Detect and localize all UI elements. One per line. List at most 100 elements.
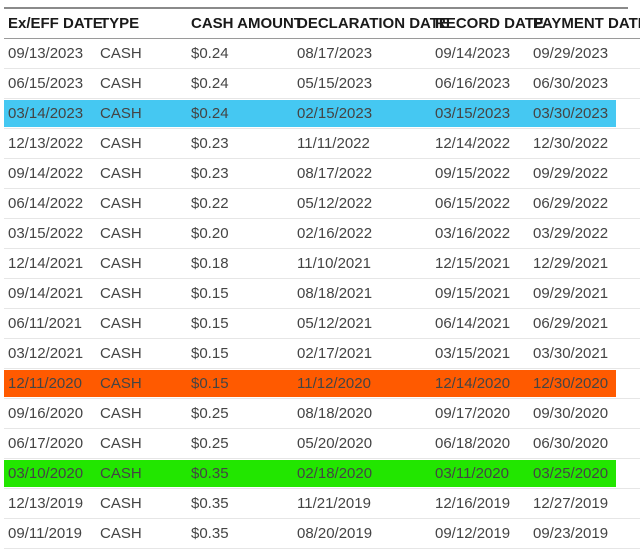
cell-payment-date: 06/30/2023 [533,75,609,92]
cell-payment-date: 09/29/2022 [533,165,609,182]
cell-type: CASH [100,45,142,62]
cell-ex-date: 12/13/2019 [8,495,84,512]
cell-payment-date: 03/30/2023 [533,105,609,122]
cell-record-date: 03/11/2020 [435,465,509,482]
cell-cash-amount: $0.24 [191,75,229,92]
cell-type: CASH [100,345,142,362]
table-row[interactable]: 09/16/2020 CASH $0.25 08/18/2020 09/17/2020 0… [4,399,640,429]
table-row[interactable]: 09/14/2021 CASH $0.15 08/18/2021 09/15/2021 0… [4,279,640,309]
cell-record-date: 03/16/2022 [435,225,511,242]
cell-declaration-date: 02/15/2023 [297,105,373,122]
cell-ex-date: 03/12/2021 [8,345,84,362]
cell-declaration-date: 02/16/2022 [297,225,373,242]
cell-ex-date: 03/14/2023 [8,105,84,122]
cell-record-date: 06/18/2020 [435,435,511,452]
table-row[interactable]: 12/13/2019 CASH $0.35 11/21/2019 12/16/2019 1… [4,489,640,519]
cell-ex-date: 06/11/2021 [8,315,82,332]
cell-cash-amount: $0.25 [191,405,229,422]
cell-payment-date: 09/23/2019 [533,525,609,542]
cell-record-date: 12/14/2020 [435,375,511,392]
column-header-cash-amount[interactable]: CASH AMOUNT [191,15,303,32]
cell-ex-date: 12/11/2020 [8,375,82,392]
cell-type: CASH [100,75,142,92]
cell-declaration-date: 08/18/2021 [297,285,373,302]
cell-record-date: 06/14/2021 [435,315,511,332]
cell-cash-amount: $0.15 [191,315,229,332]
table-row[interactable]: 09/11/2019 CASH $0.35 08/20/2019 09/12/2019 0… [4,519,640,549]
cell-type: CASH [100,105,142,122]
table-row[interactable]: 09/13/2023 CASH $0.24 08/17/2023 09/14/2023 0… [4,39,640,69]
table-header-row: Ex/EFF DATE TYPE CASH AMOUNT DECLARATION… [4,9,640,39]
cell-type: CASH [100,525,142,542]
cell-declaration-date: 11/10/2021 [297,255,371,272]
cell-declaration-date: 05/15/2023 [297,75,373,92]
column-header-ex-eff-date[interactable]: Ex/EFF DATE [4,15,103,32]
cell-type: CASH [100,495,142,512]
cell-payment-date: 06/29/2021 [533,315,609,332]
table-row[interactable]: 03/12/2021 CASH $0.15 02/17/2021 03/15/2021 0… [4,339,640,369]
column-header-type[interactable]: TYPE [100,15,191,32]
table-body: 09/13/2023 CASH $0.24 08/17/2023 09/14/2023 0… [4,39,640,549]
cell-payment-date: 06/29/2022 [533,195,609,212]
cell-cash-amount: $0.18 [191,255,229,272]
cell-ex-date: 09/14/2022 [8,165,84,182]
table-row[interactable]: 06/14/2022 CASH $0.22 05/12/2022 06/15/2022 0… [4,189,640,219]
cell-cash-amount: $0.15 [191,375,229,392]
cell-payment-date: 03/30/2021 [533,345,609,362]
cell-payment-date: 09/29/2021 [533,285,609,302]
table-row[interactable]: 03/15/2022 CASH $0.20 02/16/2022 03/16/2022 0… [4,219,640,249]
cell-type: CASH [100,375,142,392]
table-row[interactable]: 06/15/2023 CASH $0.24 05/15/2023 06/16/2023 0… [4,69,640,99]
cell-ex-date: 03/10/2020 [8,465,84,482]
cell-ex-date: 06/17/2020 [8,435,84,452]
cell-payment-date: 03/29/2022 [533,225,609,242]
cell-ex-date: 09/11/2019 [8,525,82,542]
cell-declaration-date: 05/20/2020 [297,435,373,452]
cell-cash-amount: $0.23 [191,135,229,152]
cell-record-date: 09/17/2020 [435,405,511,422]
cell-record-date: 09/12/2019 [435,525,511,542]
cell-type: CASH [100,195,142,212]
cell-cash-amount: $0.35 [191,465,229,482]
cell-record-date: 06/15/2022 [435,195,511,212]
cell-declaration-date: 08/18/2020 [297,405,373,422]
cell-cash-amount: $0.24 [191,45,229,62]
column-header-record-date[interactable]: RECORD DATE [435,15,544,32]
table-row[interactable]: 06/11/2021 CASH $0.15 05/12/2021 06/14/2021 0… [4,309,640,339]
table-row[interactable]: 03/10/2020 CASH $0.35 02/18/2020 03/11/2020 0… [4,459,640,489]
table-row[interactable]: 12/13/2022 CASH $0.23 11/11/2022 12/14/2022 1… [4,129,640,159]
cell-payment-date: 12/27/2019 [533,495,609,512]
table-row[interactable]: 09/14/2022 CASH $0.23 08/17/2022 09/15/2022 0… [4,159,640,189]
cell-record-date: 06/16/2023 [435,75,511,92]
cell-record-date: 09/15/2022 [435,165,511,182]
cell-cash-amount: $0.25 [191,435,229,452]
table-row[interactable]: 06/17/2020 CASH $0.25 05/20/2020 06/18/2020 0… [4,429,640,459]
cell-cash-amount: $0.35 [191,495,229,512]
column-header-declaration-date[interactable]: DECLARATION DATE [297,15,449,32]
cell-record-date: 12/14/2022 [435,135,511,152]
cell-type: CASH [100,465,142,482]
cell-payment-date: 12/29/2021 [533,255,609,272]
cell-payment-date: 06/30/2020 [533,435,609,452]
cell-type: CASH [100,315,142,332]
cell-record-date: 12/15/2021 [435,255,511,272]
cell-declaration-date: 11/21/2019 [297,495,371,512]
column-header-payment-date[interactable]: PAYMENT DATE [533,15,640,32]
cell-ex-date: 03/15/2022 [8,225,84,242]
cell-cash-amount: $0.22 [191,195,229,212]
cell-declaration-date: 05/12/2022 [297,195,373,212]
table-row[interactable]: 03/14/2023 CASH $0.24 02/15/2023 03/15/2023 0… [4,99,640,129]
cell-declaration-date: 11/11/2022 [297,135,370,152]
cell-declaration-date: 08/20/2019 [297,525,373,542]
cell-payment-date: 12/30/2020 [533,375,609,392]
cell-cash-amount: $0.15 [191,285,229,302]
cell-record-date: 09/14/2023 [435,45,511,62]
cell-cash-amount: $0.20 [191,225,229,242]
cell-declaration-date: 11/12/2020 [297,375,371,392]
cell-ex-date: 09/14/2021 [8,285,84,302]
cell-declaration-date: 08/17/2022 [297,165,373,182]
table-row[interactable]: 12/14/2021 CASH $0.18 11/10/2021 12/15/2021 1… [4,249,640,279]
cell-type: CASH [100,405,142,422]
table-row[interactable]: 12/11/2020 CASH $0.15 11/12/2020 12/14/2020 1… [4,369,640,399]
cell-type: CASH [100,255,142,272]
